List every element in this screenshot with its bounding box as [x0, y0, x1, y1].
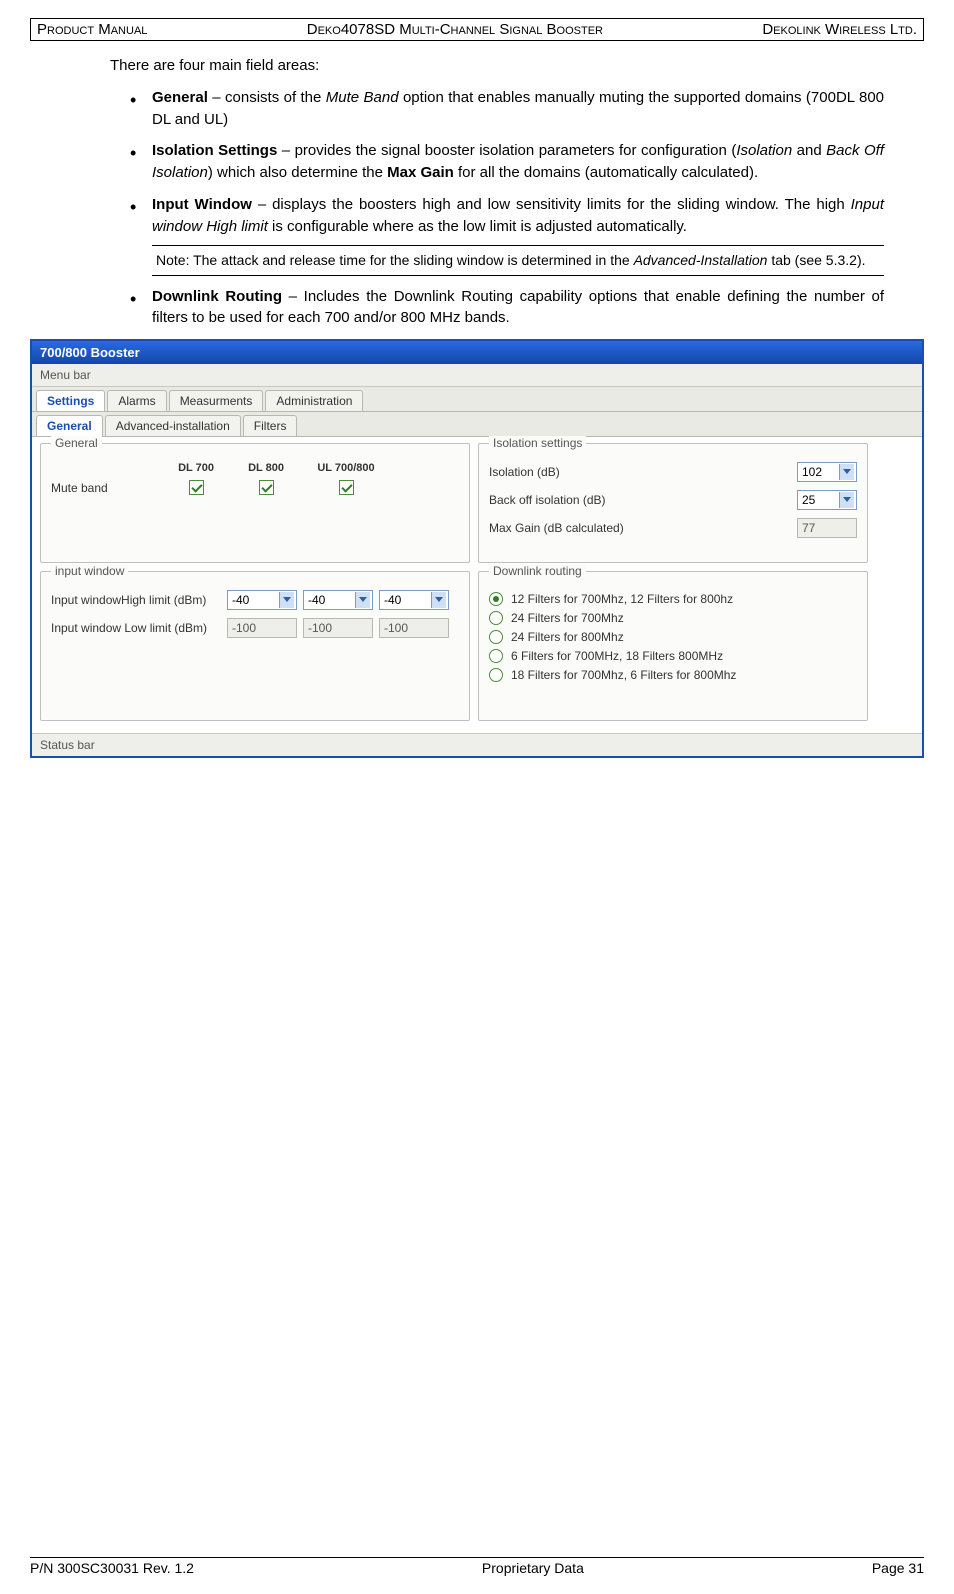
- bullet-downlink: Downlink Routing – Includes the Downlink…: [130, 286, 884, 330]
- tab-settings[interactable]: Settings: [36, 390, 105, 411]
- page-footer: P/N 300SC30031 Rev. 1.2 Proprietary Data…: [30, 1557, 924, 1576]
- low3-value: -100: [379, 618, 449, 638]
- b2-bold: Isolation Settings: [152, 142, 277, 159]
- header-left: Product Manual: [37, 21, 147, 38]
- group-downlink-routing: Downlink routing 12 Filters for 700Mhz, …: [478, 571, 868, 721]
- bullet-general: General – consists of the Mute Band opti…: [130, 87, 884, 131]
- b1-bold: General: [152, 89, 208, 106]
- b3-bold: Input Window: [152, 196, 252, 213]
- col-dl700: DL 700: [161, 462, 231, 474]
- low-limit-label: Input window Low limit (dBm): [51, 621, 221, 635]
- status-bar: Status bar: [32, 733, 922, 756]
- high-limit-label: Input windowHigh limit (dBm): [51, 593, 221, 607]
- tab-filters[interactable]: Filters: [243, 415, 298, 436]
- header-center: Deko4078SD Multi-Channel Signal Booster: [307, 21, 603, 38]
- legend-general: General: [51, 436, 102, 450]
- high1-select[interactable]: -40: [227, 590, 297, 610]
- panel-area: General DL 700 DL 800 UL 700/800 Mute ba…: [32, 437, 922, 733]
- checkbox-dl700[interactable]: [189, 480, 204, 495]
- note-box: Note: The attack and release time for th…: [152, 245, 884, 275]
- mute-band-label: Mute band: [51, 481, 161, 495]
- window-title: 700/800 Booster: [32, 341, 922, 364]
- legend-isolation: Isolation settings: [489, 436, 586, 450]
- group-general: General DL 700 DL 800 UL 700/800 Mute ba…: [40, 443, 470, 563]
- col-ul700800: UL 700/800: [301, 462, 391, 474]
- legend-routing: Downlink routing: [489, 564, 586, 578]
- footer-center: Proprietary Data: [482, 1560, 584, 1576]
- radio-icon: [489, 592, 503, 606]
- footer-left: P/N 300SC30031 Rev. 1.2: [30, 1560, 194, 1576]
- checkbox-dl800[interactable]: [259, 480, 274, 495]
- legend-inputwindow: input window: [51, 564, 128, 578]
- tab-measurements[interactable]: Measurments: [169, 390, 264, 411]
- radio-icon: [489, 668, 503, 682]
- checkbox-ul700800[interactable]: [339, 480, 354, 495]
- isolation-select[interactable]: 102: [797, 462, 857, 482]
- high2-select[interactable]: -40: [303, 590, 373, 610]
- sub-tabs: General Advanced-installation Filters: [32, 412, 922, 437]
- intro-line: There are four main field areas:: [110, 55, 884, 77]
- radio-icon: [489, 630, 503, 644]
- tab-administration[interactable]: Administration: [265, 390, 363, 411]
- radio-icon: [489, 649, 503, 663]
- tab-alarms[interactable]: Alarms: [107, 390, 166, 411]
- header-right: Dekolink Wireless Ltd.: [762, 21, 917, 38]
- bullet-isolation: Isolation Settings – provides the signal…: [130, 140, 884, 184]
- isolation-label: Isolation (dB): [489, 465, 797, 479]
- low2-value: -100: [303, 618, 373, 638]
- routing-option-4[interactable]: 6 Filters for 700MHz, 18 Filters 800MHz: [489, 649, 857, 663]
- chevron-down-icon: [431, 592, 446, 608]
- body-text: There are four main field areas: General…: [110, 55, 884, 329]
- group-isolation: Isolation settings Isolation (dB) 102 Ba…: [478, 443, 868, 563]
- b4-bold: Downlink Routing: [152, 288, 282, 305]
- backoff-select[interactable]: 25: [797, 490, 857, 510]
- col-dl800: DL 800: [231, 462, 301, 474]
- chevron-down-icon: [839, 492, 854, 508]
- routing-option-3[interactable]: 24 Filters for 800Mhz: [489, 630, 857, 644]
- footer-right: Page 31: [872, 1560, 924, 1576]
- bullet-inputwindow: Input Window – displays the boosters hig…: [130, 194, 884, 276]
- menu-bar[interactable]: Menu bar: [32, 364, 922, 387]
- chevron-down-icon: [279, 592, 294, 608]
- backoff-label: Back off isolation (dB): [489, 493, 797, 507]
- main-tabs: Settings Alarms Measurments Administrati…: [32, 387, 922, 412]
- routing-option-2[interactable]: 24 Filters for 700Mhz: [489, 611, 857, 625]
- routing-option-1[interactable]: 12 Filters for 700Mhz, 12 Filters for 80…: [489, 592, 857, 606]
- low1-value: -100: [227, 618, 297, 638]
- tab-advanced-installation[interactable]: Advanced-installation: [105, 415, 241, 436]
- chevron-down-icon: [839, 464, 854, 480]
- radio-icon: [489, 611, 503, 625]
- page-header: Product Manual Deko4078SD Multi-Channel …: [30, 18, 924, 41]
- maxgain-value: 77: [797, 518, 857, 538]
- tab-general[interactable]: General: [36, 415, 103, 436]
- group-input-window: input window Input windowHigh limit (dBm…: [40, 571, 470, 721]
- routing-option-5[interactable]: 18 Filters for 700Mhz, 6 Filters for 800…: [489, 668, 857, 682]
- chevron-down-icon: [355, 592, 370, 608]
- app-window: 700/800 Booster Menu bar Settings Alarms…: [30, 339, 924, 758]
- maxgain-label: Max Gain (dB calculated): [489, 521, 797, 535]
- high3-select[interactable]: -40: [379, 590, 449, 610]
